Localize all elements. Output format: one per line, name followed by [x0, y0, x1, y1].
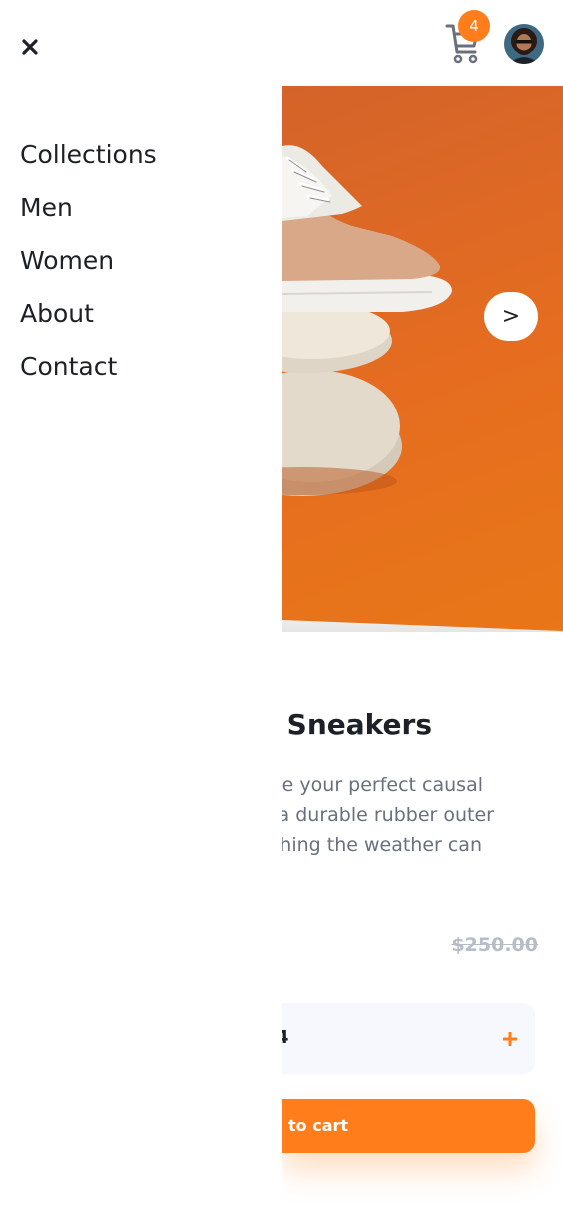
add-to-cart-button[interactable]: to cart — [282, 1099, 535, 1153]
avatar-image — [504, 24, 544, 64]
menu-item-collections[interactable]: Collections — [20, 140, 157, 169]
quantity-value: 4 — [282, 1027, 289, 1048]
menu-item-about[interactable]: About — [20, 299, 94, 328]
cart-count-badge: 4 — [458, 10, 490, 42]
description-line-1: re your perfect causal — [282, 774, 483, 796]
product-title: n Sneakers — [282, 708, 432, 741]
menu-item-women[interactable]: Women — [20, 246, 114, 275]
quantity-increase-button[interactable] — [500, 1029, 520, 1049]
add-to-cart-label: to cart — [288, 1116, 349, 1135]
description-line-2: a durable rubber outer — [282, 804, 494, 826]
menu-item-men[interactable]: Men — [20, 193, 73, 222]
next-image-button[interactable]: > — [484, 292, 538, 341]
product-image — [282, 86, 563, 632]
avatar[interactable] — [504, 24, 544, 64]
close-icon — [22, 39, 38, 55]
original-price: $250.00 — [451, 934, 538, 956]
description-line-3: thing the weather can — [282, 834, 482, 856]
product-description: re your perfect causal a durable rubber … — [282, 770, 563, 870]
menu-item-contact[interactable]: Contact — [20, 352, 117, 381]
quantity-stepper: 4 — [282, 1003, 535, 1074]
close-menu-button[interactable] — [18, 35, 42, 59]
plus-icon — [503, 1032, 517, 1046]
sneaker-on-stones-image — [282, 145, 452, 496]
navigation-menu: Collections Men Women About Contact — [0, 86, 282, 1215]
